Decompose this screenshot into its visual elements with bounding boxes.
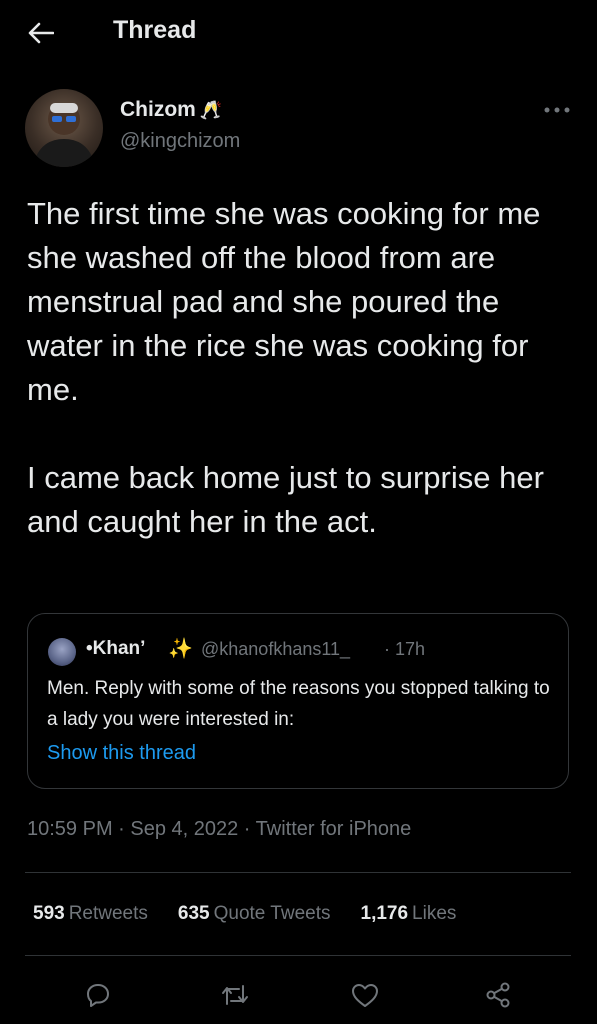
divider bbox=[25, 955, 571, 956]
tweet-text: The first time she was cooking for me sh… bbox=[27, 196, 544, 539]
quote-tweets-label: Quote Tweets bbox=[213, 903, 331, 924]
author-name[interactable]: Chizom 🥂 bbox=[120, 98, 222, 122]
retweets-label: Retweets bbox=[68, 903, 148, 924]
author-avatar[interactable] bbox=[25, 89, 103, 167]
quoted-author-handle: @khanofkhans11_ bbox=[201, 639, 351, 659]
quoted-author-avatar bbox=[48, 638, 76, 666]
page-title: Thread bbox=[113, 16, 197, 44]
retweets-stat[interactable]: 593 Retweets bbox=[33, 903, 148, 925]
quote-tweets-stat[interactable]: 635 Quote Tweets bbox=[178, 903, 331, 925]
more-options-button[interactable] bbox=[540, 100, 574, 120]
quoted-tweet-time: · 17h bbox=[384, 639, 426, 659]
quoted-author-name: •Khan’ bbox=[86, 638, 146, 659]
avatar-portrait bbox=[33, 103, 95, 167]
tweet-timestamp[interactable]: 10:59 PM · Sep 4, 2022 · Twitter for iPh… bbox=[27, 818, 411, 841]
author-name-text: Chizom bbox=[120, 98, 196, 121]
retweet-button[interactable] bbox=[218, 978, 252, 1012]
action-bar bbox=[0, 972, 597, 1018]
more-horizontal-icon bbox=[544, 107, 570, 113]
share-icon bbox=[486, 982, 510, 1008]
likes-count: 1,176 bbox=[360, 903, 409, 924]
arrow-left-icon bbox=[28, 22, 54, 44]
top-bar: Thread bbox=[0, 0, 597, 64]
quoted-tweet-text: Men. Reply with some of the reasons you … bbox=[47, 678, 550, 730]
likes-stat[interactable]: 1,176 Likes bbox=[361, 903, 457, 925]
cheers-emoji-icon: 🥂 bbox=[199, 99, 223, 120]
reply-icon bbox=[87, 984, 109, 1007]
quote-tweets-count: 635 bbox=[177, 903, 210, 924]
quoted-tweet-card[interactable]: •Khan’ ✨ @khanofkhans11_ · 17h Men. Repl… bbox=[27, 613, 569, 789]
like-button[interactable] bbox=[348, 978, 382, 1012]
reply-button[interactable] bbox=[81, 978, 115, 1012]
author-handle[interactable]: @kingchizom bbox=[120, 130, 240, 153]
retweets-count: 593 bbox=[33, 903, 65, 924]
tweet-stats: 593 Retweets 635 Quote Tweets 1,176 Likes bbox=[33, 903, 486, 925]
heart-icon bbox=[352, 984, 378, 1007]
divider bbox=[25, 872, 571, 873]
likes-label: Likes bbox=[412, 903, 457, 924]
sparkles-emoji-icon: ✨ bbox=[168, 638, 193, 660]
share-button[interactable] bbox=[481, 978, 515, 1012]
back-button[interactable] bbox=[26, 18, 56, 48]
retweet-icon bbox=[222, 985, 248, 1005]
show-thread-link[interactable]: Show this thread bbox=[47, 742, 196, 765]
